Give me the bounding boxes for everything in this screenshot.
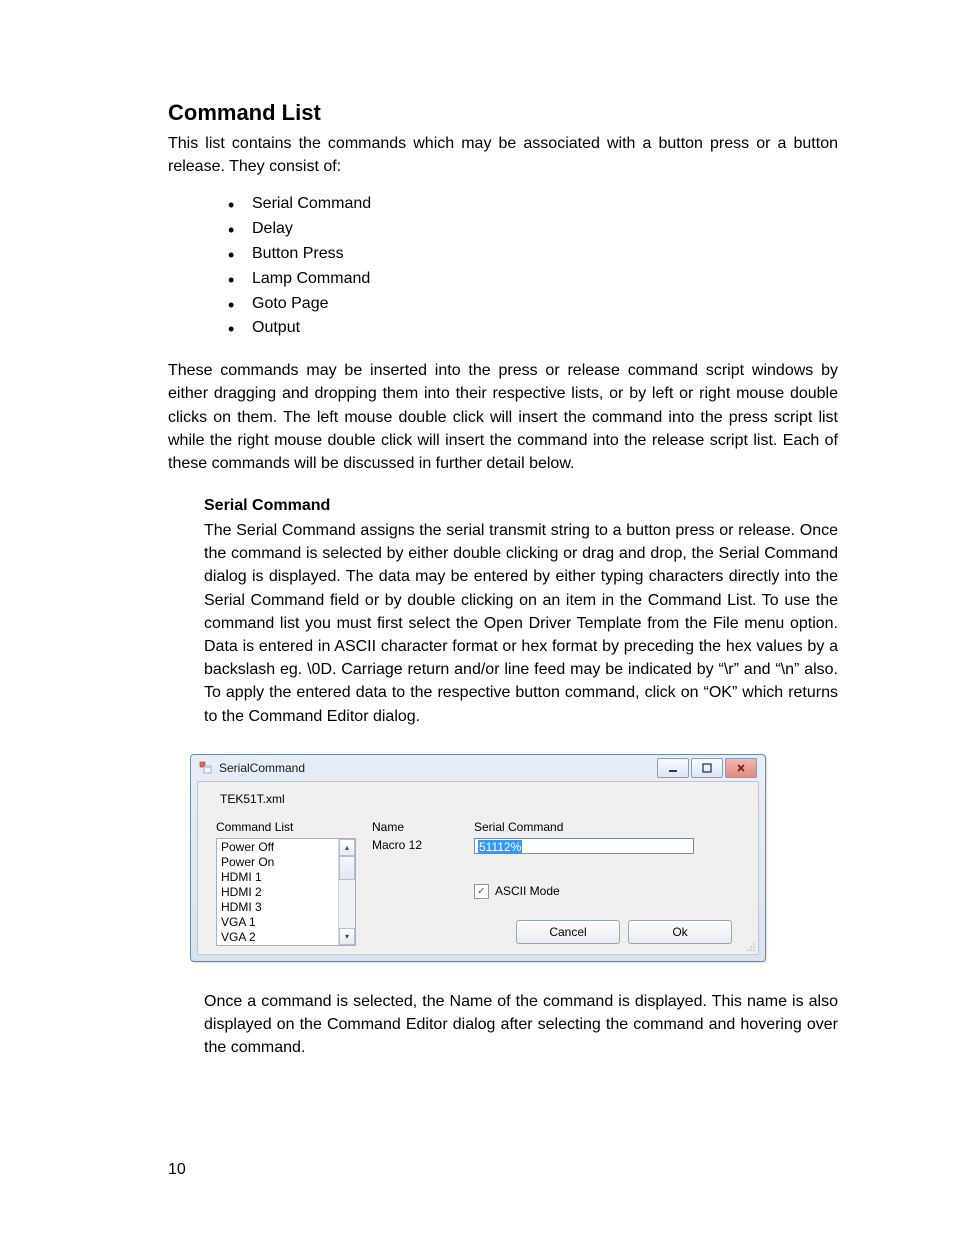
filename-label: TEK51T.xml — [220, 792, 746, 806]
intro-paragraph: This list contains the commands which ma… — [168, 132, 838, 178]
list-item: Delay — [252, 217, 838, 242]
list-item: Lamp Command — [252, 267, 838, 292]
scroll-down-button[interactable]: ▾ — [339, 928, 355, 945]
minimize-button[interactable] — [657, 758, 689, 778]
command-type-list: Serial Command Delay Button Press Lamp C… — [168, 192, 838, 341]
serial-command-paragraph: The Serial Command assigns the serial tr… — [204, 519, 838, 728]
maximize-button[interactable] — [691, 758, 723, 778]
page-number: 10 — [168, 1161, 186, 1179]
list-item[interactable]: Power On — [221, 855, 338, 870]
list-item: Button Press — [252, 242, 838, 267]
post-dialog-paragraph: Once a command is selected, the Name of … — [204, 990, 838, 1060]
explanatory-paragraph: These commands may be inserted into the … — [168, 359, 838, 475]
sub-heading-serial-command: Serial Command — [204, 497, 838, 515]
form-icon — [199, 761, 213, 775]
list-item[interactable]: HDMI 3 — [221, 900, 338, 915]
scroll-thumb[interactable] — [339, 856, 355, 880]
list-item: Serial Command — [252, 192, 838, 217]
cancel-button[interactable]: Cancel — [516, 920, 620, 944]
list-item[interactable]: VGA 1 — [221, 915, 338, 930]
ok-button[interactable]: Ok — [628, 920, 732, 944]
list-item[interactable]: Power Off — [221, 840, 338, 855]
command-list-box[interactable]: Power Off Power On HDMI 1 HDMI 2 HDMI 3 … — [216, 838, 356, 946]
command-list-label: Command List — [216, 820, 356, 834]
list-item: Output — [252, 316, 838, 341]
resize-grip-icon[interactable] — [744, 940, 756, 952]
list-item[interactable]: VGA 2 — [221, 930, 338, 945]
name-column-label: Name — [372, 820, 472, 834]
scroll-up-button[interactable]: ▴ — [339, 839, 355, 856]
dialog-titlebar[interactable]: SerialCommand — [197, 755, 759, 781]
list-item[interactable]: HDMI 1 — [221, 870, 338, 885]
list-item[interactable]: HDMI 2 — [221, 885, 338, 900]
listbox-scrollbar[interactable]: ▴ ▾ — [338, 839, 355, 945]
ascii-mode-label: ASCII Mode — [495, 884, 560, 898]
serial-command-dialog: SerialCommand TEK51T.xml — [190, 754, 766, 962]
dialog-title: SerialCommand — [219, 761, 305, 775]
ascii-mode-checkbox[interactable]: ✓ — [474, 884, 489, 899]
close-button[interactable] — [725, 758, 757, 778]
list-item: Goto Page — [252, 292, 838, 317]
serial-command-input[interactable]: 51112% — [474, 838, 694, 854]
section-heading: Command List — [168, 100, 838, 126]
name-value: Macro 12 — [372, 838, 472, 852]
serial-command-label: Serial Command — [474, 820, 746, 834]
